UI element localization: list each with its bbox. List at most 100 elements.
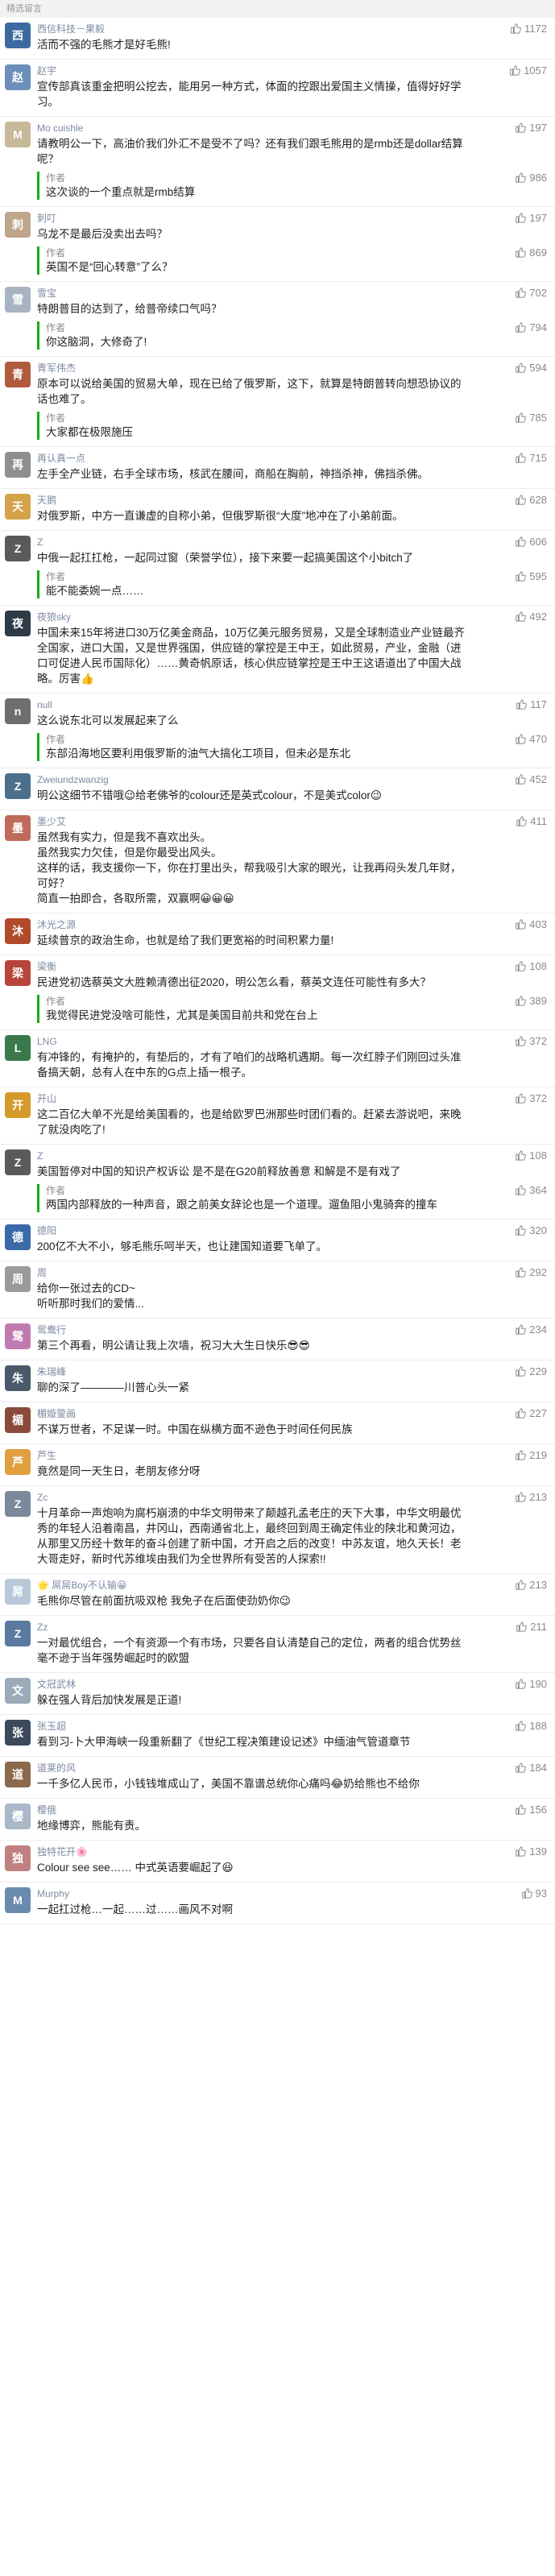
avatar[interactable]: M xyxy=(5,1887,31,1913)
avatar[interactable]: L xyxy=(5,1035,31,1061)
avatar[interactable]: Z xyxy=(5,773,31,799)
like-button[interactable]: 139 xyxy=(515,1845,547,1857)
comment-author[interactable]: 墨少艾 xyxy=(37,815,466,828)
avatar[interactable]: M xyxy=(5,122,31,147)
like-button[interactable]: 492 xyxy=(515,611,547,623)
like-button[interactable]: 108 xyxy=(515,960,547,972)
comment-author[interactable]: 青军伟杰 xyxy=(37,362,466,375)
like-button[interactable]: 108 xyxy=(515,1149,547,1162)
comment-author[interactable]: Z xyxy=(37,536,466,549)
comment-author[interactable]: Z xyxy=(37,1149,466,1162)
comment-author[interactable]: Zz xyxy=(37,1621,466,1634)
avatar[interactable]: Z xyxy=(5,1491,31,1517)
like-button[interactable]: 213 xyxy=(515,1579,547,1591)
reply-like-button[interactable]: 595 xyxy=(515,570,547,582)
avatar[interactable]: 道 xyxy=(5,1762,31,1787)
comment-author[interactable]: 鸳鸯行 xyxy=(37,1323,466,1336)
comment-author[interactable]: 独特花开🌸 xyxy=(37,1845,466,1858)
avatar[interactable]: 楣 xyxy=(5,1407,31,1433)
comment-author[interactable]: Mo cuishle xyxy=(37,122,466,135)
avatar[interactable]: 刺 xyxy=(5,212,31,238)
like-button[interactable]: 229 xyxy=(515,1365,547,1377)
avatar[interactable]: Z xyxy=(5,1621,31,1646)
like-button[interactable]: 117 xyxy=(516,698,547,710)
like-button[interactable]: 452 xyxy=(515,773,547,785)
like-button[interactable]: 292 xyxy=(515,1266,547,1278)
like-button[interactable]: 411 xyxy=(516,815,547,827)
reply-like-button[interactable]: 986 xyxy=(515,172,547,184)
like-button[interactable]: 320 xyxy=(515,1224,547,1236)
avatar[interactable]: 赵 xyxy=(5,64,31,90)
comment-author[interactable]: 道莱的风 xyxy=(37,1762,466,1775)
comment-author[interactable]: 文冠武林 xyxy=(37,1678,466,1691)
avatar[interactable]: 德 xyxy=(5,1224,31,1250)
comment-author[interactable]: 夜狼sky xyxy=(37,611,466,623)
like-button[interactable]: 594 xyxy=(515,362,547,374)
avatar[interactable]: 芦 xyxy=(5,1449,31,1475)
avatar[interactable]: 墨 xyxy=(5,815,31,841)
avatar[interactable]: 独 xyxy=(5,1845,31,1871)
like-button[interactable]: 197 xyxy=(515,122,547,134)
comment-author[interactable]: 德阳 xyxy=(37,1224,466,1237)
like-button[interactable]: 227 xyxy=(515,1407,547,1419)
like-button[interactable]: 372 xyxy=(515,1035,547,1047)
like-button[interactable]: 606 xyxy=(515,536,547,548)
like-button[interactable]: 1057 xyxy=(509,64,547,77)
like-button[interactable]: 190 xyxy=(515,1678,547,1690)
like-button[interactable]: 715 xyxy=(515,452,547,464)
like-button[interactable]: 184 xyxy=(515,1762,547,1774)
like-button[interactable]: 156 xyxy=(515,1804,547,1816)
avatar[interactable]: n xyxy=(5,698,31,724)
avatar[interactable]: 樱 xyxy=(5,1804,31,1829)
like-button[interactable]: 188 xyxy=(515,1720,547,1732)
avatar[interactable]: Z xyxy=(5,536,31,561)
like-button[interactable]: 219 xyxy=(515,1449,547,1461)
avatar[interactable]: 再 xyxy=(5,452,31,478)
comment-author[interactable]: 再认真一点 xyxy=(37,452,466,465)
comment-author[interactable]: 天鹅 xyxy=(37,494,466,507)
like-button[interactable]: 372 xyxy=(515,1092,547,1104)
comment-author[interactable]: 雪宝 xyxy=(37,287,466,300)
avatar[interactable]: 梁 xyxy=(5,960,31,986)
comment-author[interactable]: 🌟 屌屌Boy不认输😀 xyxy=(37,1579,466,1592)
reply-like-button[interactable]: 389 xyxy=(515,995,547,1007)
avatar[interactable]: 夜 xyxy=(5,611,31,636)
reply-like-button[interactable]: 785 xyxy=(515,412,547,424)
comment-author[interactable]: Zc xyxy=(37,1491,466,1504)
avatar[interactable]: 朱 xyxy=(5,1365,31,1391)
like-button[interactable]: 93 xyxy=(521,1887,547,1899)
avatar[interactable]: 青 xyxy=(5,362,31,387)
avatar[interactable]: 鸳 xyxy=(5,1323,31,1349)
comment-author[interactable]: 赵宇 xyxy=(37,64,466,77)
comment-author[interactable]: 朱瑞峰 xyxy=(37,1365,466,1378)
like-button[interactable]: 702 xyxy=(515,287,547,299)
like-button[interactable]: 197 xyxy=(515,212,547,224)
comment-author[interactable]: Murphy xyxy=(37,1887,466,1900)
comment-author[interactable]: null xyxy=(37,698,466,711)
avatar[interactable]: 张 xyxy=(5,1720,31,1746)
like-button[interactable]: 234 xyxy=(515,1323,547,1336)
comment-author[interactable]: 芦生 xyxy=(37,1449,466,1462)
like-button[interactable]: 211 xyxy=(516,1621,547,1633)
comment-author[interactable]: Zweiundzwanzig xyxy=(37,773,466,786)
like-button[interactable]: 1172 xyxy=(510,23,547,35)
avatar[interactable]: 西 xyxy=(5,23,31,48)
like-button[interactable]: 403 xyxy=(515,918,547,930)
comment-author[interactable]: 西信科技－果毅 xyxy=(37,23,466,35)
comment-author[interactable]: 沐光之源 xyxy=(37,918,466,931)
comment-author[interactable]: LNG xyxy=(37,1035,466,1048)
comment-author[interactable]: 梁衡 xyxy=(37,960,466,973)
reply-like-button[interactable]: 364 xyxy=(515,1184,547,1196)
comment-author[interactable]: 开山 xyxy=(37,1092,466,1105)
avatar[interactable]: 周 xyxy=(5,1266,31,1292)
reply-like-button[interactable]: 470 xyxy=(515,733,547,745)
comment-author[interactable]: 周 xyxy=(37,1266,466,1279)
avatar[interactable]: 文 xyxy=(5,1678,31,1704)
reply-like-button[interactable]: 869 xyxy=(515,246,547,259)
avatar[interactable]: 开 xyxy=(5,1092,31,1118)
comment-author[interactable]: 樱俄 xyxy=(37,1804,466,1816)
comment-author[interactable]: 楣嫙蓥画 xyxy=(37,1407,466,1420)
avatar[interactable]: 天 xyxy=(5,494,31,520)
comment-author[interactable]: 张玉超 xyxy=(37,1720,466,1733)
like-button[interactable]: 213 xyxy=(515,1491,547,1503)
